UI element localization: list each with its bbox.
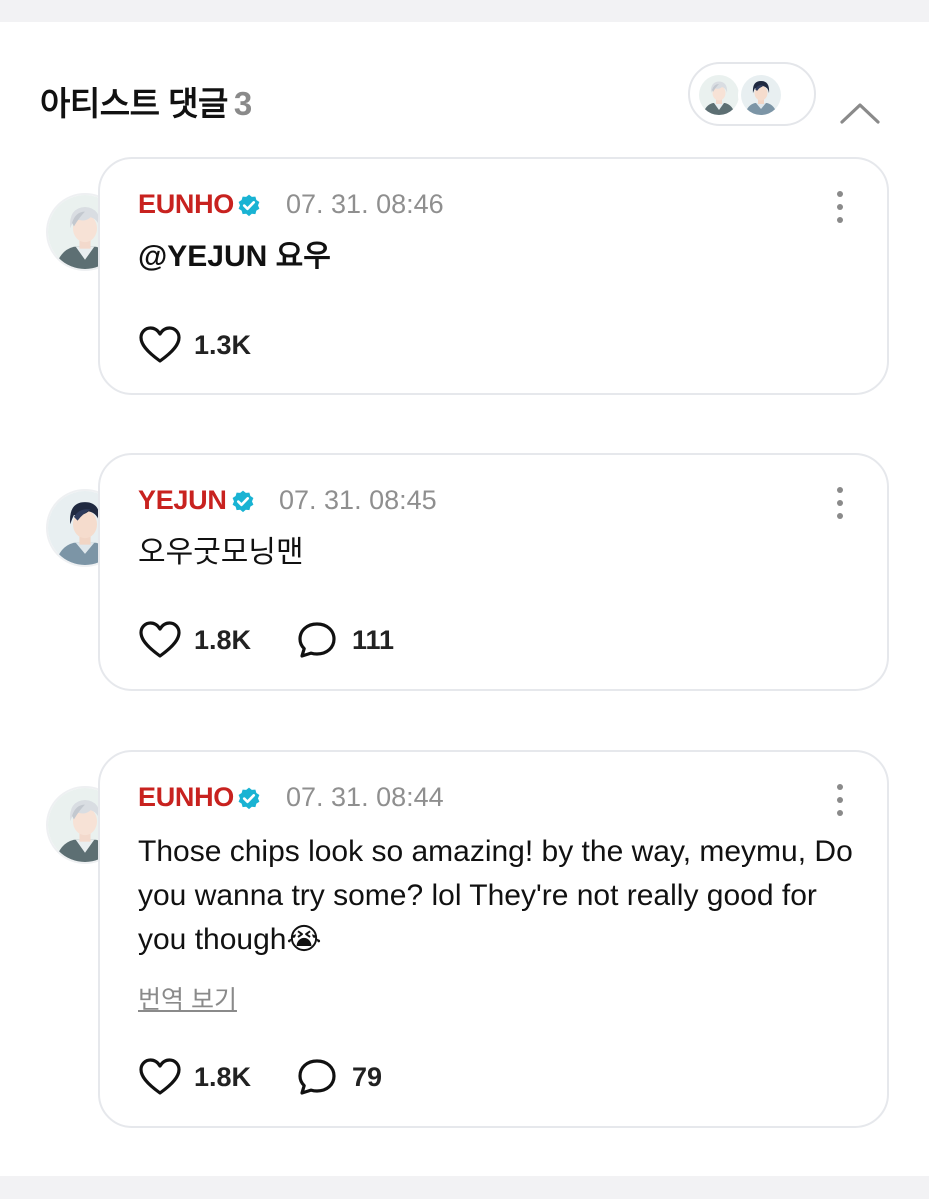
artist-avatar-group[interactable] <box>688 62 816 126</box>
section-title: 아티스트 댓글 3 <box>40 77 252 125</box>
more-vertical-icon[interactable] <box>828 485 852 521</box>
comment-card: YEJUN 07. 31. 08:45 오우굿모닝맨 1.8K 111 <box>98 453 889 691</box>
reply-count: 79 <box>352 1061 383 1092</box>
verified-badge-icon <box>230 489 256 515</box>
avatar-yejun-mini <box>738 72 784 118</box>
heart-icon <box>138 620 182 660</box>
timestamp: 07. 31. 08:45 <box>279 485 437 515</box>
artist-comments-panel: 아티스트 댓글 3 EUNHO 07. 31. 08:46 @YEJUN 요우 1… <box>0 22 929 1176</box>
reply-count: 111 <box>352 624 395 655</box>
more-vertical-icon[interactable] <box>828 782 852 818</box>
author-name[interactable]: EUNHO <box>138 189 234 220</box>
like-count: 1.8K <box>194 624 252 655</box>
section-title-label: 아티스트 댓글 <box>40 85 228 122</box>
comment-bubble-icon <box>296 1057 340 1097</box>
author-name[interactable]: YEJUN <box>138 485 227 516</box>
heart-icon <box>138 325 182 365</box>
verified-badge-icon <box>236 193 262 219</box>
chevron-up-icon[interactable] <box>836 92 884 132</box>
translate-link[interactable]: 번역 보기 <box>138 980 237 1016</box>
author-name[interactable]: EUNHO <box>138 782 234 813</box>
comment-card: EUNHO 07. 31. 08:44 Those chips look so … <box>98 750 889 1128</box>
like-button[interactable]: 1.3K <box>138 325 251 365</box>
like-button[interactable]: 1.8K <box>138 1057 251 1097</box>
heart-icon <box>138 1057 182 1097</box>
reply-button[interactable]: 111 <box>296 620 394 660</box>
avatar-eunho-mini <box>696 72 742 118</box>
more-vertical-icon[interactable] <box>828 189 852 225</box>
comment-count: 3 <box>233 85 252 122</box>
panel-header: 아티스트 댓글 3 <box>0 22 929 162</box>
verified-badge-icon <box>236 786 262 812</box>
timestamp: 07. 31. 08:46 <box>286 189 444 219</box>
comment-card: EUNHO 07. 31. 08:46 @YEJUN 요우 1.3K <box>98 157 889 395</box>
timestamp: 07. 31. 08:44 <box>286 782 444 812</box>
comment-bubble-icon <box>296 620 340 660</box>
like-button[interactable]: 1.8K <box>138 620 251 660</box>
comment-text: 오우굿모닝맨 <box>138 536 304 569</box>
like-count: 1.3K <box>194 329 252 360</box>
comment-text: Those chips look so amazing! by the way,… <box>138 835 853 956</box>
comment-text: @YEJUN 요우 <box>138 240 331 273</box>
reply-button[interactable]: 79 <box>296 1057 382 1097</box>
like-count: 1.8K <box>194 1061 252 1092</box>
